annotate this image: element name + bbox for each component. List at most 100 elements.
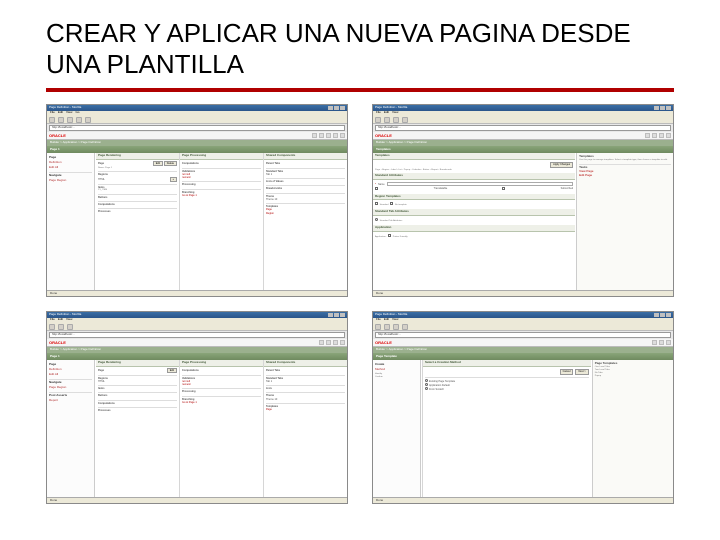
region-item[interactable]: HTML bbox=[98, 178, 105, 181]
edit-button[interactable]: Edit bbox=[153, 161, 163, 166]
hdr-icon[interactable] bbox=[666, 340, 671, 345]
address-bar[interactable]: http://localhost/... bbox=[49, 125, 345, 131]
hdr-icon[interactable] bbox=[333, 133, 338, 138]
sect: Processing bbox=[182, 183, 195, 186]
close-icon[interactable] bbox=[666, 106, 671, 110]
branch[interactable]: Go to Page 1 bbox=[182, 194, 261, 197]
min-icon[interactable] bbox=[654, 313, 659, 317]
address-bar[interactable]: http://localhost/... bbox=[375, 332, 671, 338]
status-bar: Done bbox=[373, 290, 673, 296]
checkbox[interactable] bbox=[388, 234, 391, 237]
hdr-icon[interactable] bbox=[312, 133, 317, 138]
close-icon[interactable] bbox=[340, 106, 345, 110]
nav-link[interactable]: Edit All bbox=[49, 166, 92, 170]
hdr-icon[interactable] bbox=[326, 133, 331, 138]
fwd-icon[interactable] bbox=[58, 117, 64, 123]
cancel-button[interactable]: Cancel bbox=[560, 369, 574, 374]
hdr-icon[interactable] bbox=[319, 340, 324, 345]
radio[interactable] bbox=[425, 387, 428, 390]
checkbox[interactable] bbox=[375, 202, 378, 205]
wizard-title: Select a Creation Method bbox=[423, 360, 591, 367]
reload-icon[interactable] bbox=[67, 324, 73, 330]
apply-button[interactable]: Apply Changes bbox=[550, 162, 573, 167]
back-icon[interactable] bbox=[49, 117, 55, 123]
delete-button[interactable]: Delete bbox=[164, 161, 177, 166]
validation[interactable]: numeric bbox=[182, 176, 261, 179]
tmpl-item[interactable]: Page bbox=[266, 408, 345, 411]
checkbox[interactable] bbox=[390, 202, 393, 205]
hdr-icon[interactable] bbox=[340, 340, 345, 345]
hdr-icon[interactable] bbox=[659, 133, 664, 138]
hdr-icon[interactable] bbox=[340, 133, 345, 138]
task-link[interactable]: Edit Page bbox=[579, 174, 671, 178]
hdr-icon[interactable] bbox=[666, 133, 671, 138]
address-bar[interactable]: http://localhost/... bbox=[375, 125, 671, 131]
hdr-icon[interactable] bbox=[333, 340, 338, 345]
hdr-icon[interactable] bbox=[652, 340, 657, 345]
help-panel: Templates Use this page to manage templa… bbox=[576, 153, 673, 290]
home-icon[interactable] bbox=[402, 117, 408, 123]
radio[interactable] bbox=[375, 218, 378, 221]
hdr-icon[interactable] bbox=[319, 133, 324, 138]
nav-link[interactable]: Report bbox=[49, 399, 92, 403]
reload-icon[interactable] bbox=[67, 117, 73, 123]
hdr-icon[interactable] bbox=[326, 340, 331, 345]
max-icon[interactable] bbox=[660, 313, 665, 317]
checkbox[interactable] bbox=[375, 187, 378, 190]
checkbox[interactable] bbox=[502, 187, 505, 190]
section-header: Region Templates bbox=[373, 194, 575, 201]
screenshot-grid: Page Definition - Mozilla File Edit View… bbox=[46, 104, 674, 504]
max-icon[interactable] bbox=[660, 106, 665, 110]
tab-item[interactable]: Tab 1 bbox=[266, 380, 345, 383]
theme-item[interactable]: Theme 10 bbox=[266, 198, 345, 201]
max-icon[interactable] bbox=[334, 106, 339, 110]
max-icon[interactable] bbox=[334, 313, 339, 317]
address-bar[interactable]: http://localhost/... bbox=[49, 332, 345, 338]
stop-icon[interactable] bbox=[76, 117, 82, 123]
theme-item[interactable]: Theme 10 bbox=[266, 398, 345, 401]
nav-link[interactable]: Edit All bbox=[49, 373, 92, 377]
back-icon[interactable] bbox=[49, 324, 55, 330]
fwd-icon[interactable] bbox=[384, 117, 390, 123]
reload-icon[interactable] bbox=[393, 324, 399, 330]
tab-item[interactable]: Tab 1 bbox=[266, 173, 345, 176]
oracle-logo: ORACLE bbox=[49, 133, 66, 138]
nav-link[interactable]: Page Region bbox=[49, 386, 92, 390]
radio[interactable] bbox=[425, 379, 428, 382]
panel-header: Page Rendering bbox=[96, 360, 179, 367]
sect: Page bbox=[98, 369, 104, 372]
create-button[interactable]: + bbox=[170, 177, 177, 182]
home-icon[interactable] bbox=[402, 324, 408, 330]
region-item[interactable]: HTML bbox=[98, 380, 105, 383]
close-icon[interactable] bbox=[666, 313, 671, 317]
home-icon[interactable] bbox=[85, 117, 91, 123]
validation[interactable]: numeric bbox=[182, 383, 261, 386]
left-nav: Page Definition Edit All Navigate Page R… bbox=[47, 360, 95, 497]
min-icon[interactable] bbox=[328, 313, 333, 317]
min-icon[interactable] bbox=[328, 106, 333, 110]
nav-link[interactable]: Page Region bbox=[49, 179, 92, 183]
panel-header: Page Processing bbox=[180, 360, 263, 367]
back-icon[interactable] bbox=[375, 117, 381, 123]
screenshot-1: Page Definition - Mozilla File Edit View… bbox=[46, 104, 348, 297]
wizard-option[interactable]: From Scratch bbox=[429, 388, 444, 391]
panel-header: Shared Components bbox=[264, 360, 347, 367]
back-icon[interactable] bbox=[375, 324, 381, 330]
fwd-icon[interactable] bbox=[384, 324, 390, 330]
tmpl-item[interactable]: Region bbox=[266, 212, 345, 215]
hdr-icon[interactable] bbox=[659, 340, 664, 345]
fwd-icon[interactable] bbox=[58, 324, 64, 330]
min-icon[interactable] bbox=[654, 106, 659, 110]
sect: Lists of Values bbox=[266, 180, 284, 183]
branch[interactable]: Go to Page 1 bbox=[182, 401, 261, 404]
radio[interactable] bbox=[425, 383, 428, 386]
slide-title: CREAR Y APLICAR UNA NUEVA PAGINA DESDE U… bbox=[46, 18, 674, 80]
nav-step[interactable]: Method bbox=[375, 368, 418, 372]
page-header: Page 1 bbox=[47, 353, 347, 360]
hdr-icon[interactable] bbox=[645, 133, 650, 138]
reload-icon[interactable] bbox=[393, 117, 399, 123]
hdr-icon[interactable] bbox=[652, 133, 657, 138]
next-button[interactable]: Next > bbox=[575, 369, 588, 374]
edit-button[interactable]: Edit bbox=[167, 368, 177, 373]
close-icon[interactable] bbox=[340, 313, 345, 317]
